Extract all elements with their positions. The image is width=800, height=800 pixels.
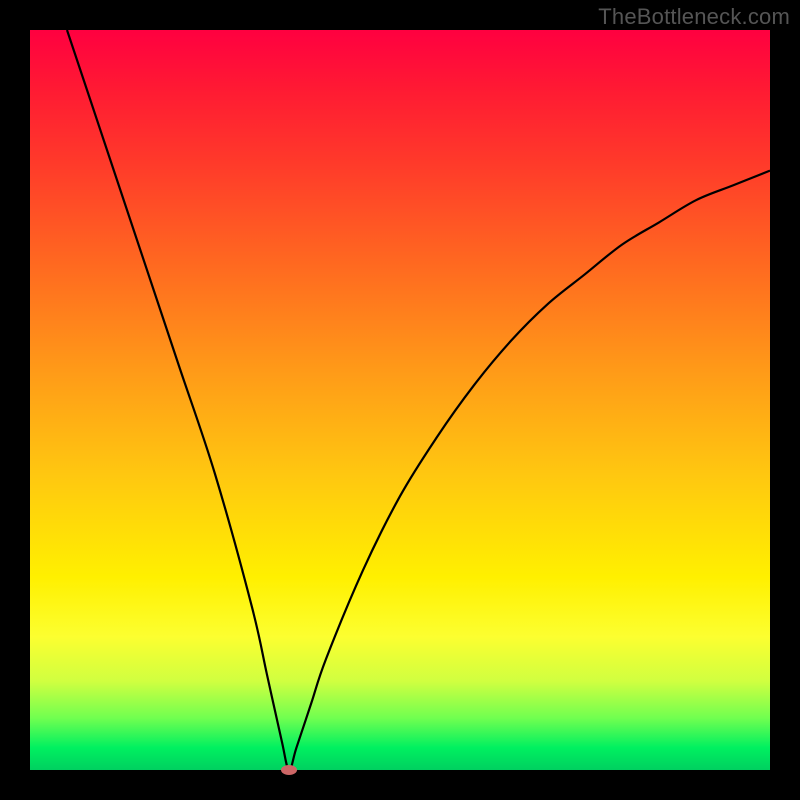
- bottleneck-curve-path: [67, 30, 770, 770]
- chart-frame: TheBottleneck.com: [0, 0, 800, 800]
- curve-svg: [30, 30, 770, 770]
- watermark-text: TheBottleneck.com: [598, 4, 790, 30]
- plot-area: [30, 30, 770, 770]
- min-marker: [281, 765, 297, 775]
